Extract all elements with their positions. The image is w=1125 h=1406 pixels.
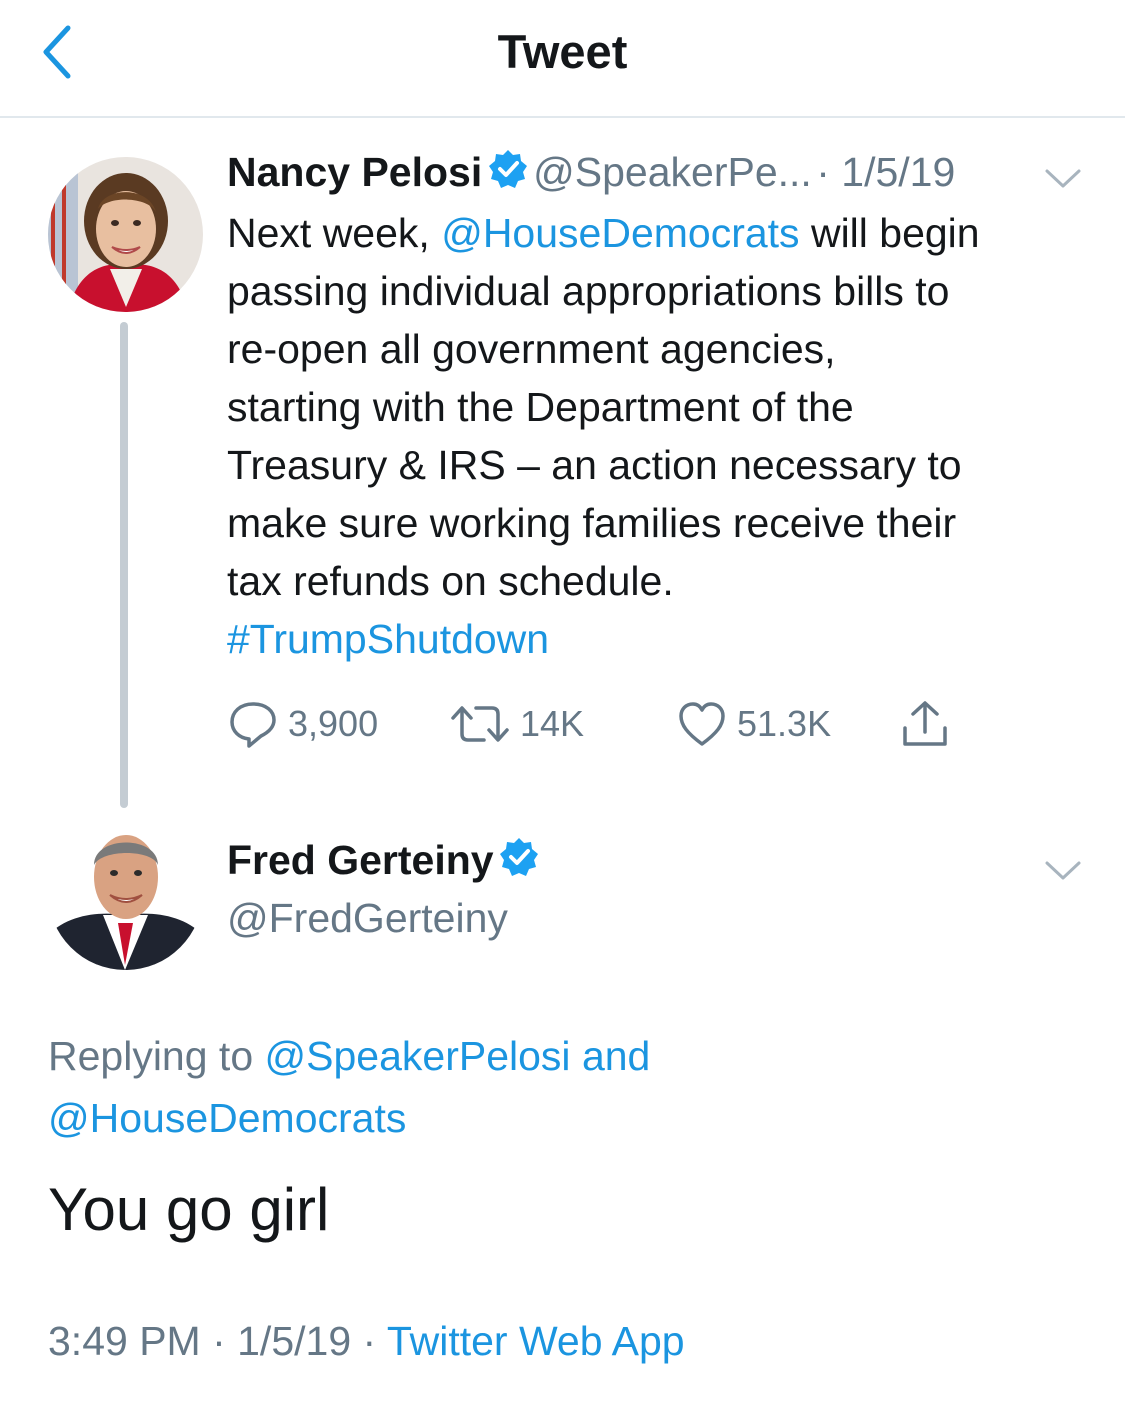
share-button[interactable] — [900, 700, 950, 750]
hashtag-link[interactable]: #TrumpShutdown — [227, 610, 1097, 668]
like-count: 51.3K — [737, 703, 832, 744]
reply-menu-button[interactable] — [1043, 858, 1083, 889]
tweet-menu-button[interactable] — [1043, 166, 1083, 197]
retweet-button[interactable]: 14K — [450, 700, 584, 750]
reply-button[interactable]: 3,900 — [228, 700, 378, 750]
like-button[interactable]: 51.3K — [677, 700, 831, 750]
reply-icon — [230, 702, 276, 748]
verified-badge-icon — [488, 150, 527, 188]
source-link[interactable]: Twitter Web App — [387, 1318, 685, 1364]
reply-author: Fred Gerteiny — [227, 836, 540, 884]
tweet-line: Next week, @HouseDemocrats will begin — [227, 210, 980, 256]
reply-count: 3,900 — [288, 703, 379, 744]
page-title: Tweet — [497, 25, 628, 78]
share-icon — [903, 701, 947, 746]
tweet-line: Treasury & IRS – an action necessary to — [227, 442, 962, 488]
author-handle[interactable]: @SpeakerPe... — [533, 149, 812, 195]
reply-author-name[interactable]: Fred Gerteiny — [227, 837, 494, 883]
tweet-body: Next week, @HouseDemocrats will begin pa… — [227, 204, 1097, 668]
heart-icon — [679, 702, 725, 746]
retweet-icon — [451, 706, 509, 742]
tweet-line: make sure working families receive their — [227, 500, 957, 546]
tweet-meta: 3:49 PM · 1/5/19 · Twitter Web App — [48, 1318, 685, 1365]
tweet-line: passing individual appropriations bills … — [227, 268, 950, 314]
tweet-line: re-open all government agencies, — [227, 326, 836, 372]
retweet-count: 14K — [520, 703, 585, 744]
replying-to: Replying to @SpeakerPelosi and @HouseDem… — [48, 1033, 651, 1141]
author-name[interactable]: Nancy Pelosi — [227, 149, 482, 195]
timestamp: 3:49 PM · 1/5/19 · — [48, 1318, 387, 1364]
chevron-down-icon — [1045, 861, 1081, 880]
reply-author-handle[interactable]: @FredGerteiny — [227, 895, 508, 942]
avatar-pelosi[interactable] — [48, 157, 203, 312]
verified-badge-icon — [500, 838, 539, 876]
tweet-date: · 1/5/19 — [816, 149, 956, 195]
chevron-down-icon — [1045, 169, 1081, 188]
avatar-gerteiny[interactable] — [48, 815, 203, 970]
mention-link[interactable]: @HouseDemocrats — [441, 210, 799, 256]
tweet-line: starting with the Department of the — [227, 384, 854, 430]
thread-connector — [120, 322, 128, 808]
tweet-line: tax refunds on schedule. — [227, 558, 674, 604]
tweet-header: Nancy Pelosi @SpeakerPe... · 1/5/19 — [227, 148, 955, 204]
replying-to-link[interactable]: @SpeakerPelosi — [265, 1033, 571, 1079]
reply-text: You go girl — [48, 1176, 330, 1243]
replying-to-link[interactable]: @HouseDemocrats — [48, 1095, 406, 1141]
